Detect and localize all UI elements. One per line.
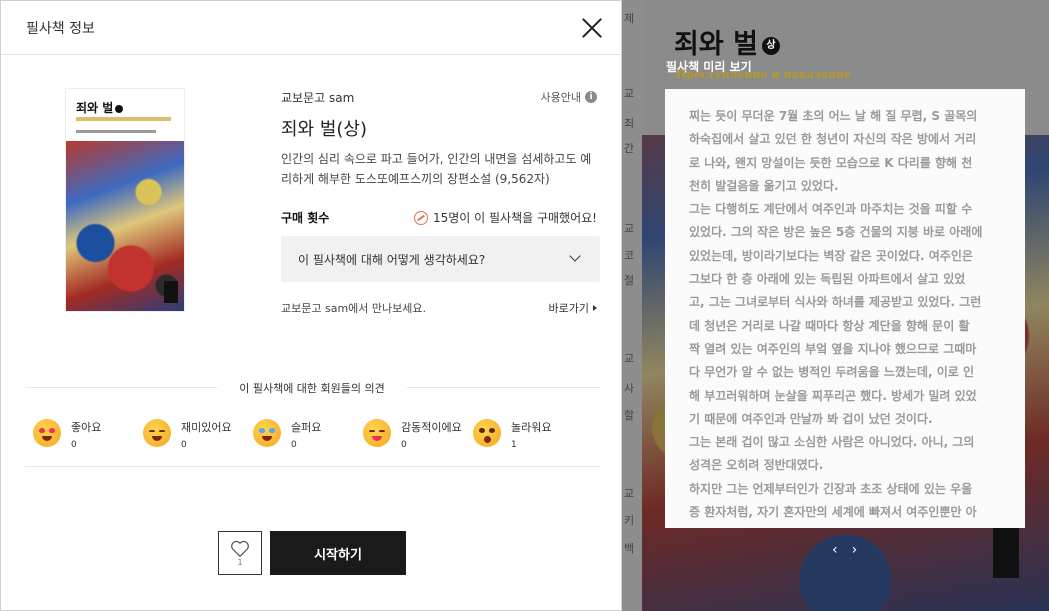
- preview-line: 그는 다행히도 계단에서 여주인과 마주치는 것을 피할 수: [689, 202, 973, 217]
- heart-eyes-emoji-icon: [33, 419, 61, 447]
- blushing-emoji-icon: [363, 419, 391, 447]
- reaction-label: 좋아요: [71, 421, 102, 434]
- background-text: 절: [624, 274, 635, 287]
- reaction-funny[interactable]: 재미있어요 0: [143, 419, 253, 450]
- preview-book-title: 죄와 벌상: [674, 22, 780, 61]
- goto-label: 바로가기: [548, 302, 589, 315]
- preview-line: 찌는 듯이 무더운 7월 초의 어느 날 해 질 무렵, S 골목의: [689, 109, 978, 123]
- background-text: 교: [624, 487, 635, 500]
- laughing-emoji-icon: [143, 419, 171, 447]
- surprised-emoji-icon: [473, 419, 501, 447]
- reaction-count: 1: [511, 440, 517, 450]
- opinion-placeholder: 이 필사책에 대해 어떻게 생각하세요?: [298, 252, 486, 267]
- background-page: 제 교 죄 간 교 코 절 교 사 할 교 키 백: [622, 0, 642, 611]
- preview-line: 있었다. 그의 작은 방은 높은 5층 건물의 지붕 바로 아래에: [689, 225, 983, 240]
- reaction-label: 슬퍼요: [291, 421, 322, 434]
- preview-line: 해 부끄러워하며 눈살을 찌푸리곤 했다. 방세가 밀려 있었: [689, 388, 977, 403]
- background-text: 교: [624, 222, 635, 235]
- preview-line: 고, 그는 그녀로부터 식사와 하녀를 제공받고 있었다. 그런: [689, 295, 982, 310]
- goto-link[interactable]: 바로가기: [549, 300, 597, 316]
- background-text: 죄: [624, 117, 635, 130]
- reaction-label: 놀라워요: [511, 421, 552, 434]
- preview-line: 하지만 그는 언제부터인가 긴장과 초조 상태에 있는 우울: [689, 481, 973, 496]
- section-title: 이 필사책에 대한 회원들의 의견: [1, 380, 623, 396]
- preview-line: 하숙집에서 살고 있던 한 청년이 자신의 작은 방에서 거리: [689, 132, 977, 147]
- reaction-label: 감동적이에요: [401, 421, 462, 434]
- next-page-icon[interactable]: ›: [852, 542, 858, 558]
- background-text: 교: [624, 352, 635, 365]
- background-text: 백: [624, 542, 635, 555]
- preview-line: 로 나와, 왠지 망설이는 듯한 모습으로 K 다리를 향해 천: [689, 155, 973, 170]
- reaction-like[interactable]: 좋아요 0: [33, 419, 143, 450]
- purchase-count: 15명이 이 필사책을 구매했어요!: [413, 209, 597, 226]
- opinion-dropdown[interactable]: 이 필사책에 대해 어떻게 생각하세요?: [281, 236, 600, 282]
- volume-badge: 상: [761, 36, 780, 55]
- reaction-count: 0: [181, 440, 187, 450]
- preview-line: 증 환자처럼, 자기 혼자만의 세계에 빠져서 여주인뿐만 아: [689, 505, 977, 520]
- purchase-label: 구매 횟수: [281, 211, 330, 225]
- guide-link[interactable]: 사용안내 i: [541, 89, 597, 105]
- reaction-surprised[interactable]: 놀라워요 1: [473, 419, 583, 450]
- chevron-down-icon: [569, 250, 581, 262]
- book-title: 죄와 벌(상): [281, 119, 368, 140]
- preview-line: 데 청년은 거리로 나갈 때마다 항상 계단을 향해 문이 활: [689, 318, 970, 333]
- preview-original-title: Преступление и наказание: [676, 68, 852, 81]
- book-description: 인간의 심리 속으로 파고 들어가, 인간의 내면을 섬세하고도 예리하게 해부…: [281, 152, 592, 186]
- reaction-count: 0: [401, 440, 407, 450]
- preview-pagination: ‹ ›: [832, 542, 857, 558]
- background-text: 할: [624, 409, 635, 422]
- preview-line: 있었는데, 방이라기보다는 벽장 같은 곳이었다. 여주인은: [689, 248, 973, 263]
- close-icon[interactable]: [581, 17, 603, 39]
- background-text: 간: [624, 142, 635, 155]
- preview-panel: 죄와 벌상 필사책 미리 보기 Преступление и наказание…: [642, 0, 1049, 611]
- purchase-count-text: 15명이 이 필사책을 구매했어요!: [432, 211, 597, 225]
- publisher-logo: [993, 528, 1019, 578]
- info-icon: i: [585, 91, 597, 103]
- publisher: 교보문고 sam: [281, 91, 355, 105]
- like-count: 1: [237, 557, 243, 567]
- guide-label: 사용안내: [540, 91, 581, 104]
- reaction-count: 0: [71, 440, 77, 450]
- book-cover: 죄와 벌: [66, 89, 184, 311]
- preview-page: 찌는 듯이 무더운 7월 초의 어느 날 해 질 무렵, S 골목의 하숙집에서…: [665, 89, 1025, 528]
- background-text: 제: [624, 12, 635, 25]
- meet-text: 교보문고 sam에서 만나보세요.: [281, 302, 426, 315]
- reaction-list: 좋아요 0 재미있어요 0 슬퍼요 0 감동적이에요 0 놀라워요 1: [33, 419, 613, 450]
- link-icon: [413, 210, 428, 225]
- heart-icon: [231, 540, 249, 557]
- prev-page-icon[interactable]: ‹: [832, 542, 838, 558]
- background-text: 키: [624, 514, 635, 527]
- preview-line: 짝 열려 있는 여주인의 부엌 옆을 지나야 했으므로 그때마: [689, 341, 977, 356]
- reaction-sad[interactable]: 슬퍼요 0: [253, 419, 363, 450]
- preview-line: 성격은 오히려 정반대였다.: [689, 458, 824, 473]
- cover-subtitle-line: [76, 117, 171, 121]
- reaction-label: 재미있어요: [181, 421, 232, 434]
- modal-title: 필사책 정보: [26, 20, 95, 37]
- reaction-count: 0: [291, 440, 297, 450]
- divider: [25, 466, 600, 467]
- preview-line: 천히 발걸음을 옮기고 있었다.: [689, 178, 839, 193]
- preview-line: 다 무언가 알 수 없는 병적인 두려움을 느꼈는데, 이로 인: [689, 365, 975, 380]
- preview-line: 기 때문에 여주인과 만날까 봐 겁이 났던 것이다.: [689, 411, 933, 426]
- start-button[interactable]: 시작하기: [270, 531, 406, 575]
- background-text: 교: [624, 87, 635, 100]
- arrow-right-icon: [593, 305, 597, 311]
- reaction-touched[interactable]: 감동적이에요 0: [363, 419, 473, 450]
- preview-line: 그보다 한 층 아래에 있는 독립된 아파트에서 살고 있었: [689, 272, 966, 287]
- background-text: 사: [624, 382, 635, 395]
- like-button[interactable]: 1: [218, 531, 262, 575]
- cover-title: 죄와 벌: [76, 99, 124, 116]
- cover-logo: [164, 281, 178, 303]
- crying-emoji-icon: [253, 419, 281, 447]
- modal-header: 필사책 정보: [1, 1, 621, 55]
- book-info-modal: 필사책 정보 죄와 벌 교보문고 sam 사용안내 i 죄와 벌(상) 인간의 …: [0, 0, 622, 611]
- cover-author-line: [76, 130, 156, 133]
- background-text: 코: [624, 249, 635, 262]
- preview-line: 그는 본래 겁이 많고 소심한 사람은 아니었다. 아니, 그의: [689, 435, 975, 450]
